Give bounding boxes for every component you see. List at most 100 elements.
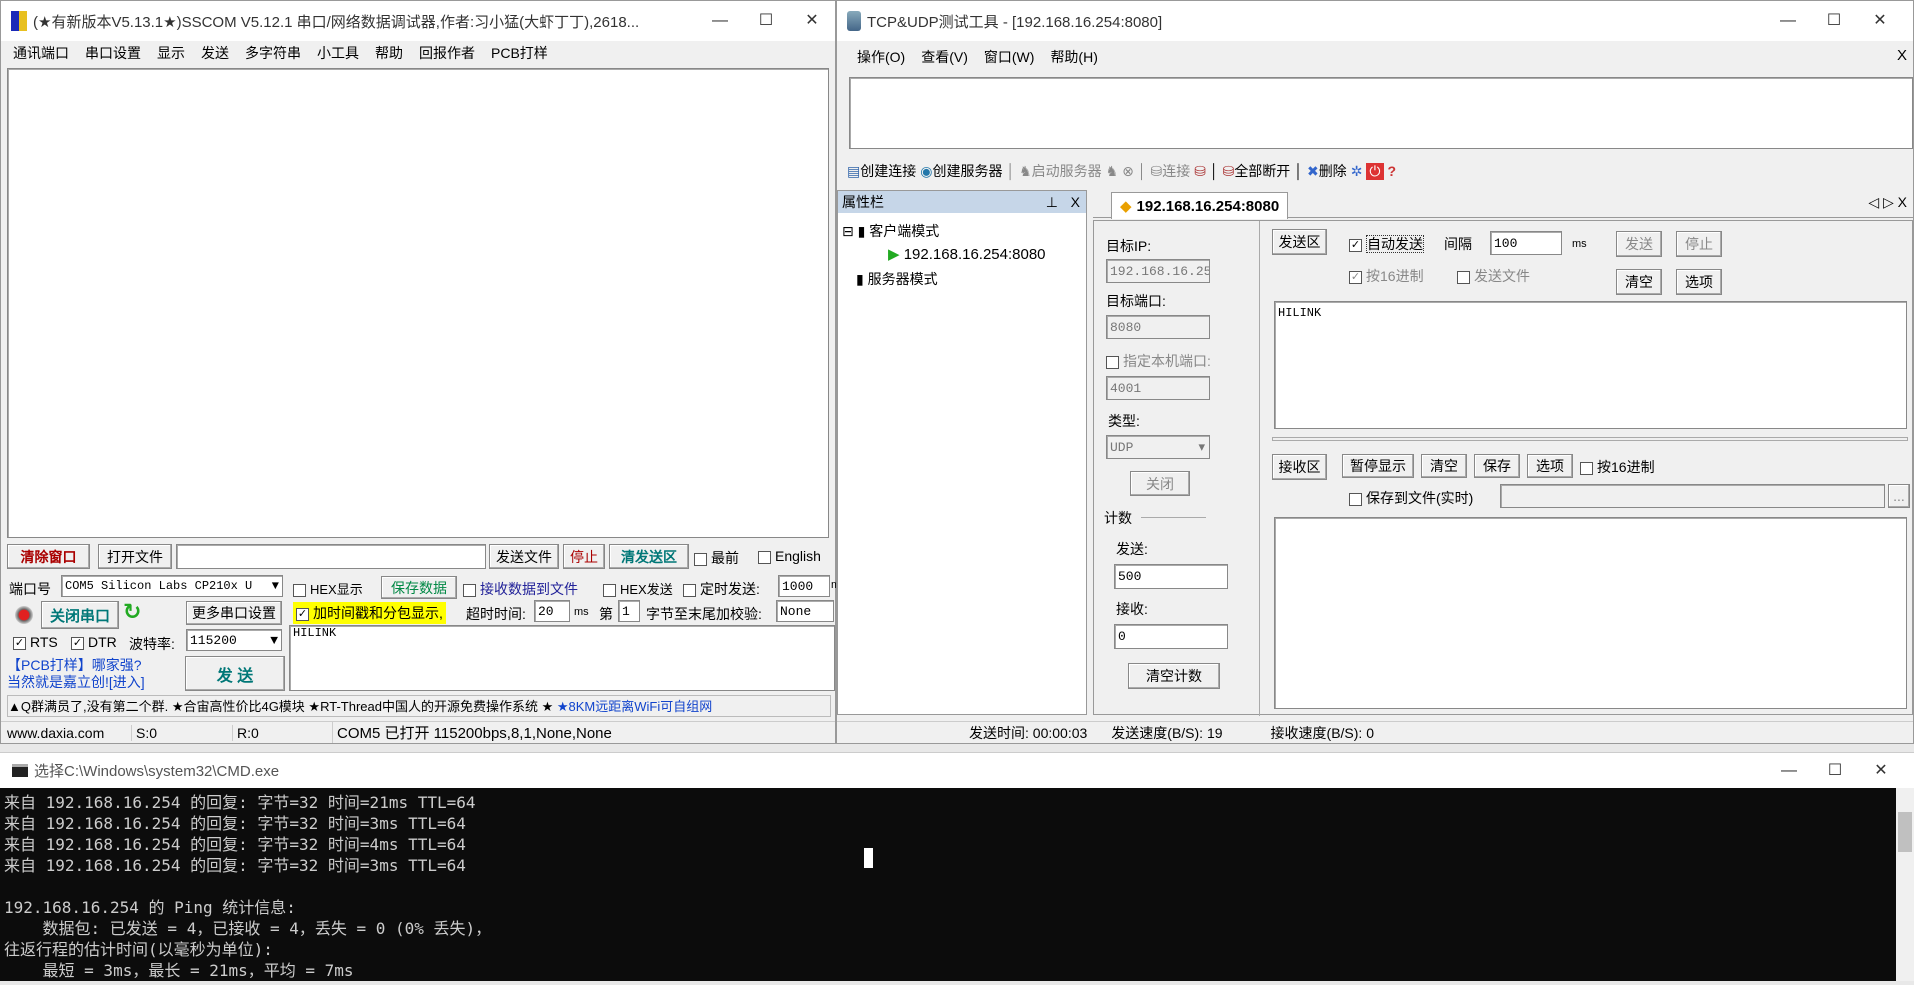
sscom-menu-item[interactable]: 发送 bbox=[193, 43, 237, 63]
sscom-menu-item[interactable]: PCB打样 bbox=[483, 43, 556, 63]
sscom-menu-item[interactable]: 小工具 bbox=[309, 43, 367, 63]
save-to-file-checkbox[interactable]: 保存到文件(实时) bbox=[1349, 488, 1473, 508]
refresh-icon[interactable]: ↻ bbox=[123, 599, 141, 625]
send-file-checkbox[interactable]: 发送文件 bbox=[1457, 266, 1530, 286]
stop-button[interactable]: 停止 bbox=[563, 544, 605, 569]
send-button[interactable]: 发 送 bbox=[185, 656, 285, 691]
sscom-menu-item[interactable]: 通讯端口 bbox=[5, 43, 77, 63]
minimize-button[interactable]: — bbox=[1765, 1, 1811, 41]
maximize-button[interactable]: ☐ bbox=[1811, 1, 1857, 41]
close-button[interactable]: ✕ bbox=[789, 1, 835, 41]
send-area-button[interactable]: 发送区 bbox=[1272, 229, 1327, 255]
delete-all-icon[interactable]: ✲ bbox=[1351, 163, 1363, 180]
local-port-checkbox[interactable]: 指定本机端口: bbox=[1106, 351, 1211, 371]
mdi-close-icon[interactable]: X bbox=[1897, 47, 1907, 64]
send-options-button[interactable]: 选项 bbox=[1676, 269, 1722, 295]
close-connection-button[interactable]: 关闭 bbox=[1130, 471, 1190, 496]
send-button[interactable]: 发送 bbox=[1616, 231, 1662, 257]
disconnect-icon[interactable]: ⛁ bbox=[1194, 163, 1206, 180]
save-data-button[interactable]: 保存数据 bbox=[381, 576, 457, 599]
auto-send-checkbox[interactable]: ✓ 自动发送 bbox=[1349, 234, 1424, 254]
hex-send-checkbox[interactable]: HEX发送 bbox=[603, 579, 673, 598]
help-icon[interactable]: ? bbox=[1388, 163, 1397, 179]
clear-send-button[interactable]: 清空 bbox=[1616, 269, 1662, 295]
checksum-select[interactable]: None bbox=[776, 600, 834, 622]
open-file-button[interactable]: 打开文件 bbox=[98, 544, 172, 569]
tcp-menu-item[interactable]: 帮助(H) bbox=[1042, 47, 1105, 67]
sscom-menu-item[interactable]: 串口设置 bbox=[77, 43, 149, 63]
news-ticker[interactable]: ▲Q群满员了,没有第二个群. ★合宙高性价比4G模块 ★RT-Thread中国人… bbox=[7, 695, 831, 717]
clear-window-button[interactable]: 清除窗口 bbox=[7, 544, 90, 569]
timed-send-checkbox[interactable]: 定时发送: bbox=[683, 579, 760, 599]
close-panel-icon[interactable]: X bbox=[1071, 194, 1080, 210]
stop-server-button[interactable]: ♞ ⊗ bbox=[1106, 163, 1134, 180]
timeout-input[interactable]: 20 bbox=[534, 600, 570, 622]
sent-count-input[interactable]: 500 bbox=[1114, 564, 1228, 589]
tcp-menu-item[interactable]: 窗口(W) bbox=[976, 47, 1043, 67]
ad-link[interactable]: 【PCB打样】哪家强? 当然就是嘉立创![进入] bbox=[7, 657, 145, 691]
recv-count-input[interactable]: 0 bbox=[1114, 624, 1228, 649]
close-port-button[interactable]: 关闭串口 bbox=[41, 601, 119, 629]
browse-button[interactable]: ... bbox=[1888, 484, 1910, 508]
save-path-input[interactable] bbox=[1500, 484, 1885, 508]
recv-hex16-checkbox[interactable]: 按16进制 bbox=[1580, 457, 1655, 477]
close-button[interactable]: ✕ bbox=[1858, 753, 1904, 789]
console-scrollbar[interactable] bbox=[1896, 788, 1914, 981]
topmost-checkbox[interactable]: 最前 bbox=[694, 548, 739, 568]
port-select[interactable]: COM5 Silicon Labs CP210x U ▼ bbox=[61, 575, 283, 597]
tree-client-mode[interactable]: ⊟ ▮ 客户端模式 bbox=[842, 221, 939, 241]
recv-options-button[interactable]: 选项 bbox=[1527, 454, 1573, 478]
recv-area-button[interactable]: 接收区 bbox=[1272, 454, 1327, 480]
splitter[interactable] bbox=[1272, 437, 1908, 441]
hex16-send-checkbox[interactable]: ✓ 按16进制 bbox=[1349, 266, 1424, 286]
receive-area[interactable] bbox=[7, 68, 829, 538]
save-button[interactable]: 保存 bbox=[1474, 454, 1520, 478]
maximize-button[interactable]: ☐ bbox=[1812, 753, 1858, 789]
nth-byte-input[interactable]: 1 bbox=[618, 600, 640, 622]
tcp-menu-item[interactable]: 查看(V) bbox=[913, 47, 976, 67]
english-checkbox[interactable]: English bbox=[758, 548, 821, 564]
type-select[interactable]: UDP ▾ bbox=[1106, 435, 1210, 459]
tab-nav-icons[interactable]: ◁ ▷ X bbox=[1868, 194, 1907, 211]
more-settings-button[interactable]: 更多串口设置 bbox=[186, 601, 282, 625]
close-button[interactable]: ✕ bbox=[1857, 1, 1903, 41]
minimize-button[interactable]: — bbox=[697, 1, 743, 41]
file-path-input[interactable] bbox=[176, 544, 486, 569]
stop-button[interactable]: 停止 bbox=[1676, 231, 1722, 257]
power-icon[interactable]: ⏻ bbox=[1366, 162, 1384, 180]
pause-display-button[interactable]: 暂停显示 bbox=[1342, 454, 1414, 478]
pin-icon[interactable]: ⊥ bbox=[1046, 194, 1058, 211]
sscom-menu-item[interactable]: 显示 bbox=[149, 43, 193, 63]
create-server-button[interactable]: ◉创建服务器 bbox=[920, 161, 1002, 181]
sscom-menu-item[interactable]: 多字符串 bbox=[237, 43, 309, 63]
send-input[interactable]: HILINK bbox=[289, 625, 835, 691]
target-port-input[interactable]: 8080 bbox=[1106, 315, 1210, 339]
sscom-menu-item[interactable]: 回报作者 bbox=[411, 43, 483, 63]
hex-display-checkbox[interactable]: HEX显示 bbox=[293, 579, 363, 598]
timestamp-checkbox[interactable]: ✓ 加时间戳和分包显示, bbox=[293, 602, 446, 624]
clear-send-button[interactable]: 清发送区 bbox=[609, 544, 689, 569]
tab-connection[interactable]: ◆ 192.168.16.254:8080 bbox=[1111, 192, 1289, 219]
tree-server-mode[interactable]: ▮ 服务器模式 bbox=[856, 269, 938, 289]
rts-checkbox[interactable]: ✓ RTS bbox=[13, 634, 58, 650]
tree-connection[interactable]: ▶ 192.168.16.254:8080 bbox=[888, 245, 1046, 263]
send-file-button[interactable]: 发送文件 bbox=[489, 544, 559, 569]
start-server-button[interactable]: │ ♞启动服务器 bbox=[1006, 161, 1101, 181]
console-output-area[interactable]: 来自 192.168.16.254 的回复: 字节=32 时间=21ms TTL… bbox=[0, 788, 1914, 981]
maximize-button[interactable]: ☐ bbox=[743, 1, 789, 41]
baud-select[interactable]: 115200 ▼ bbox=[186, 629, 282, 651]
recv-content-area[interactable] bbox=[1274, 517, 1907, 709]
send-content-input[interactable]: HILINK bbox=[1274, 301, 1907, 429]
local-port-input[interactable]: 4001 bbox=[1106, 376, 1210, 400]
disconnect-all-button[interactable]: │ ⛁全部断开 bbox=[1210, 161, 1290, 181]
interval-input[interactable]: 100 bbox=[1490, 231, 1562, 255]
connect-button[interactable]: │ ⛁连接 bbox=[1138, 161, 1190, 181]
clear-recv-button[interactable]: 清空 bbox=[1421, 454, 1467, 478]
dtr-checkbox[interactable]: ✓ DTR bbox=[71, 634, 117, 650]
tcp-menu-item[interactable]: 操作(O) bbox=[849, 47, 913, 67]
target-ip-input[interactable]: 192.168.16.254 bbox=[1106, 259, 1210, 283]
clear-count-button[interactable]: 清空计数 bbox=[1128, 663, 1220, 689]
delete-button[interactable]: │ ✖删除 bbox=[1294, 161, 1346, 181]
minimize-button[interactable]: — bbox=[1766, 753, 1812, 789]
timed-interval-input[interactable]: 1000 bbox=[778, 575, 830, 597]
